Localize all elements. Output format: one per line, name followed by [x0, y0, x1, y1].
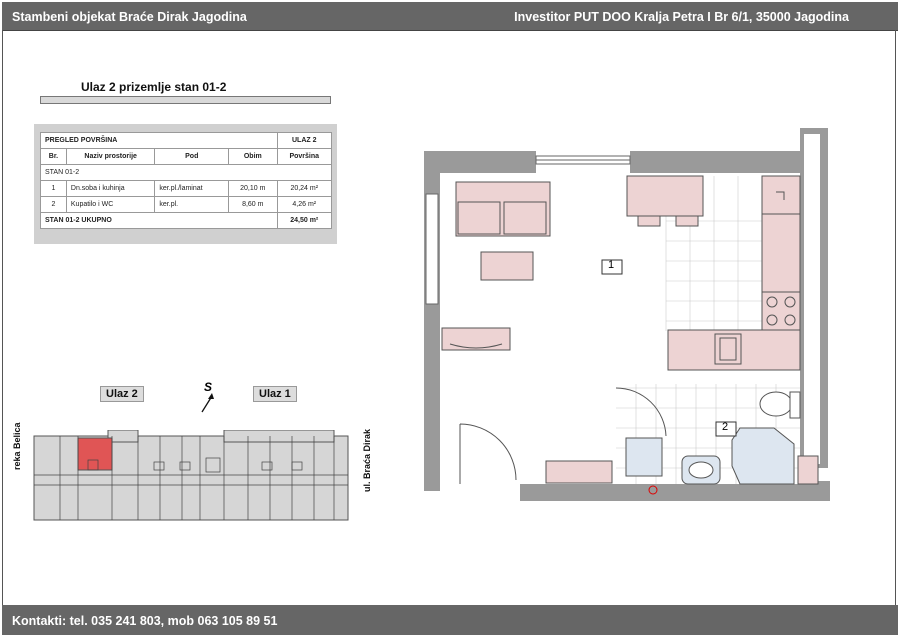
cell-no: 2: [40, 196, 67, 213]
entrance-1-label: Ulaz 1: [253, 386, 297, 402]
table-row: 1 Dn.soba i kuhinja ker.pl./laminat 20,1…: [40, 180, 332, 197]
room-1-label: 1: [608, 259, 615, 271]
cell-floor: ker.pl./laminat: [154, 180, 230, 197]
street-label: ul. Braća Dirak: [362, 428, 372, 492]
cell-name: Dn.soba i kuhinja: [65, 180, 156, 197]
investor-info: Investitor PUT DOO Kralja Petra I Br 6/1…: [514, 10, 849, 24]
cell-area: 20,24 m²: [276, 180, 332, 197]
cell-floor: ker.pl.: [154, 196, 230, 213]
cell-perimeter: 20,10 m: [228, 180, 278, 197]
table-row: 2 Kupatilo i WC ker.pl. 8,60 m 4,26 m²: [40, 196, 332, 213]
header-bar: Stambeni objekat Braće Dirak Jagodina In…: [2, 2, 898, 31]
col-header: Br.: [40, 148, 67, 165]
col-header: Pod: [154, 148, 230, 165]
site-plan: [33, 430, 349, 521]
entrance-2-label: Ulaz 2: [100, 386, 144, 402]
total-value: 24,50 m²: [276, 212, 332, 229]
area-table: PREGLED POVRŠINA ULAZ 2 Br. Naziv prosto…: [40, 132, 332, 229]
compass-arrow-icon: [201, 393, 214, 413]
col-header: Obim: [228, 148, 278, 165]
footer-bar: Kontakti: tel. 035 241 803, mob 063 105 …: [2, 605, 898, 635]
total-label: STAN 01-2 UKUPNO: [40, 212, 278, 229]
title-underline: [40, 96, 331, 104]
area-summary-panel: PREGLED POVRŠINA ULAZ 2 Br. Naziv prosto…: [34, 124, 337, 244]
table-entrance: ULAZ 2: [276, 132, 332, 149]
floor-plan: [424, 128, 830, 501]
river-label: reka Belica: [12, 422, 22, 470]
project-name: Stambeni objekat Braće Dirak Jagodina: [12, 10, 247, 24]
unit-title: Ulaz 2 prizemlje stan 01-2: [81, 80, 227, 94]
col-header: Površina: [276, 148, 332, 165]
total-row: STAN 01-2 UKUPNO 24,50 m²: [40, 212, 332, 229]
cell-name: Kupatilo i WC: [65, 196, 156, 213]
unit-highlight: [77, 437, 113, 471]
table-title: PREGLED POVRŠINA: [40, 132, 278, 149]
cell-perimeter: 8,60 m: [228, 196, 278, 213]
cell-area: 4,26 m²: [276, 196, 332, 213]
cell-no: 1: [40, 180, 67, 197]
room-2-label: 2: [722, 421, 729, 433]
group-label: STAN 01-2: [40, 164, 332, 181]
contact-info: Kontakti: tel. 035 241 803, mob 063 105 …: [12, 614, 278, 628]
col-header: Naziv prostorije: [65, 148, 156, 165]
